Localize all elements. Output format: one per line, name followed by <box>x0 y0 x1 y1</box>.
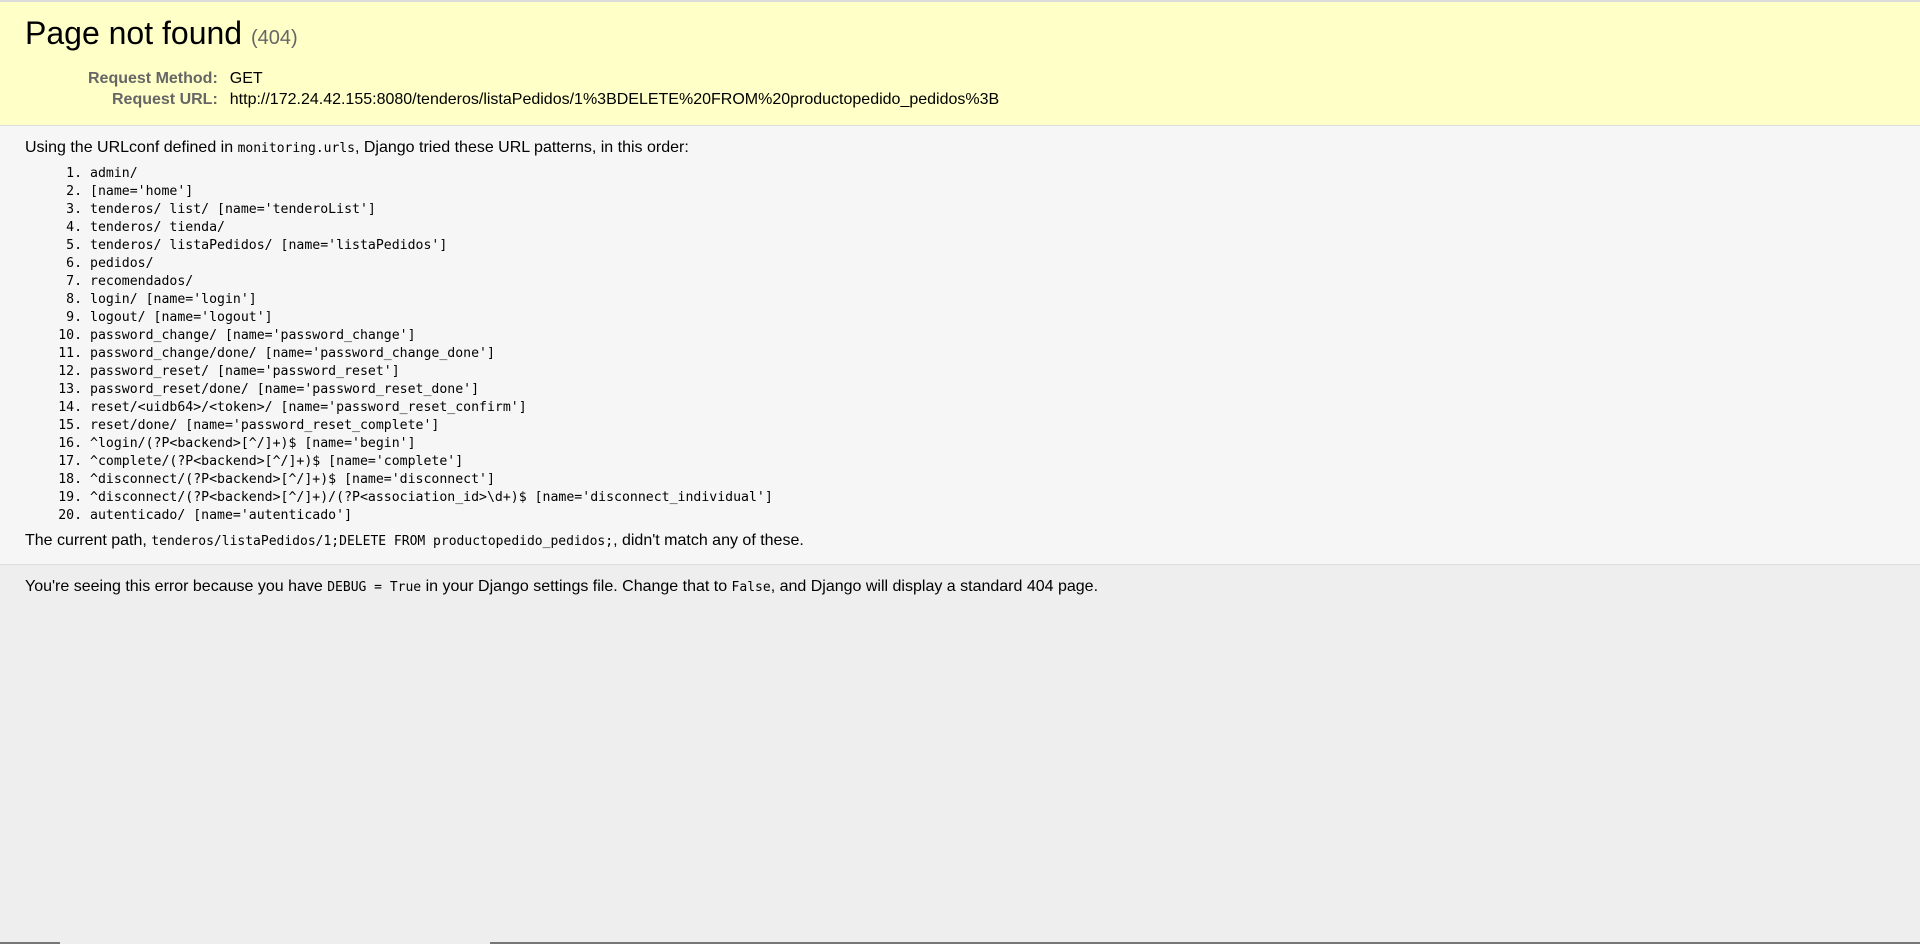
debug-message: You're seeing this error because you hav… <box>25 577 1895 598</box>
url-pattern-item: tenderos/ tienda/ <box>90 219 1895 237</box>
url-pattern-item: login/ [name='login'] <box>90 291 1895 309</box>
url-patterns-info: Using the URLconf defined in monitoring.… <box>0 126 1920 565</box>
url-pattern-item: [name='home'] <box>90 183 1895 201</box>
current-path: tenderos/listaPedidos/1;DELETE FROM prod… <box>151 534 614 549</box>
debug-message-prefix: You're seeing this error because you hav… <box>25 578 328 595</box>
url-pattern-item: password_change/ [name='password_change'… <box>90 327 1895 345</box>
debug-message-middle: in your Django settings file. Change tha… <box>421 578 732 595</box>
url-pattern-item: password_reset/ [name='password_reset'] <box>90 363 1895 381</box>
urlconf-intro-suffix: , Django tried these URL patterns, in th… <box>354 139 689 156</box>
current-path-message: The current path, tenderos/listaPedidos/… <box>25 531 1895 552</box>
url-pattern-item: tenderos/ listaPedidos/ [name='listaPedi… <box>90 237 1895 255</box>
page-title-text: Page not found <box>25 15 243 51</box>
urlconf-intro-prefix: Using the URLconf defined in <box>25 139 238 156</box>
url-pattern-item: password_reset/done/ [name='password_res… <box>90 381 1895 399</box>
false-value: False <box>731 580 771 595</box>
url-pattern-list: admin/[name='home']tenderos/ list/ [name… <box>25 165 1895 525</box>
url-pattern-item: ^disconnect/(?P<backend>[^/]+)$ [name='d… <box>90 471 1895 489</box>
debug-explanation: You're seeing this error because you hav… <box>0 565 1920 610</box>
page-title: Page not found (404) <box>25 14 1895 57</box>
url-pattern-item: reset/<uidb64>/<token>/ [name='password_… <box>90 399 1895 417</box>
url-pattern-item: recomendados/ <box>90 273 1895 291</box>
request-method-row: Request Method: GET <box>88 69 999 90</box>
request-url-label: Request URL: <box>112 91 218 108</box>
url-pattern-item: ^complete/(?P<backend>[^/]+)$ [name='com… <box>90 453 1895 471</box>
url-pattern-item: password_change/done/ [name='password_ch… <box>90 345 1895 363</box>
url-pattern-item: autenticado/ [name='autenticado'] <box>90 507 1895 525</box>
current-path-suffix: , didn't match any of these. <box>613 532 804 549</box>
url-pattern-item: ^login/(?P<backend>[^/]+)$ [name='begin'… <box>90 435 1895 453</box>
request-url-value: http://172.24.42.155:8080/tenderos/lista… <box>229 91 1000 108</box>
debug-message-suffix: , and Django will display a standard 404… <box>770 578 1099 595</box>
status-code: (404) <box>250 27 298 49</box>
url-pattern-item: reset/done/ [name='password_reset_comple… <box>90 417 1895 435</box>
url-pattern-item: tenderos/ list/ [name='tenderoList'] <box>90 201 1895 219</box>
url-pattern-item: admin/ <box>90 165 1895 183</box>
urlconf-intro: Using the URLconf defined in monitoring.… <box>25 138 1895 159</box>
url-pattern-item: logout/ [name='logout'] <box>90 309 1895 327</box>
urlconf-name: monitoring.urls <box>237 141 355 156</box>
request-meta-table: Request Method: GET Request URL: http://… <box>88 69 999 111</box>
url-pattern-item: ^disconnect/(?P<backend>[^/]+)/(?P<assoc… <box>90 489 1895 507</box>
error-summary: Page not found (404) Request Method: GET… <box>0 2 1920 126</box>
url-pattern-item: pedidos/ <box>90 255 1895 273</box>
request-method-value: GET <box>229 70 263 87</box>
request-url-row: Request URL: http://172.24.42.155:8080/t… <box>88 90 999 111</box>
debug-setting: DEBUG = True <box>327 580 422 595</box>
current-path-prefix: The current path, <box>25 532 152 549</box>
request-method-label: Request Method: <box>88 70 218 87</box>
